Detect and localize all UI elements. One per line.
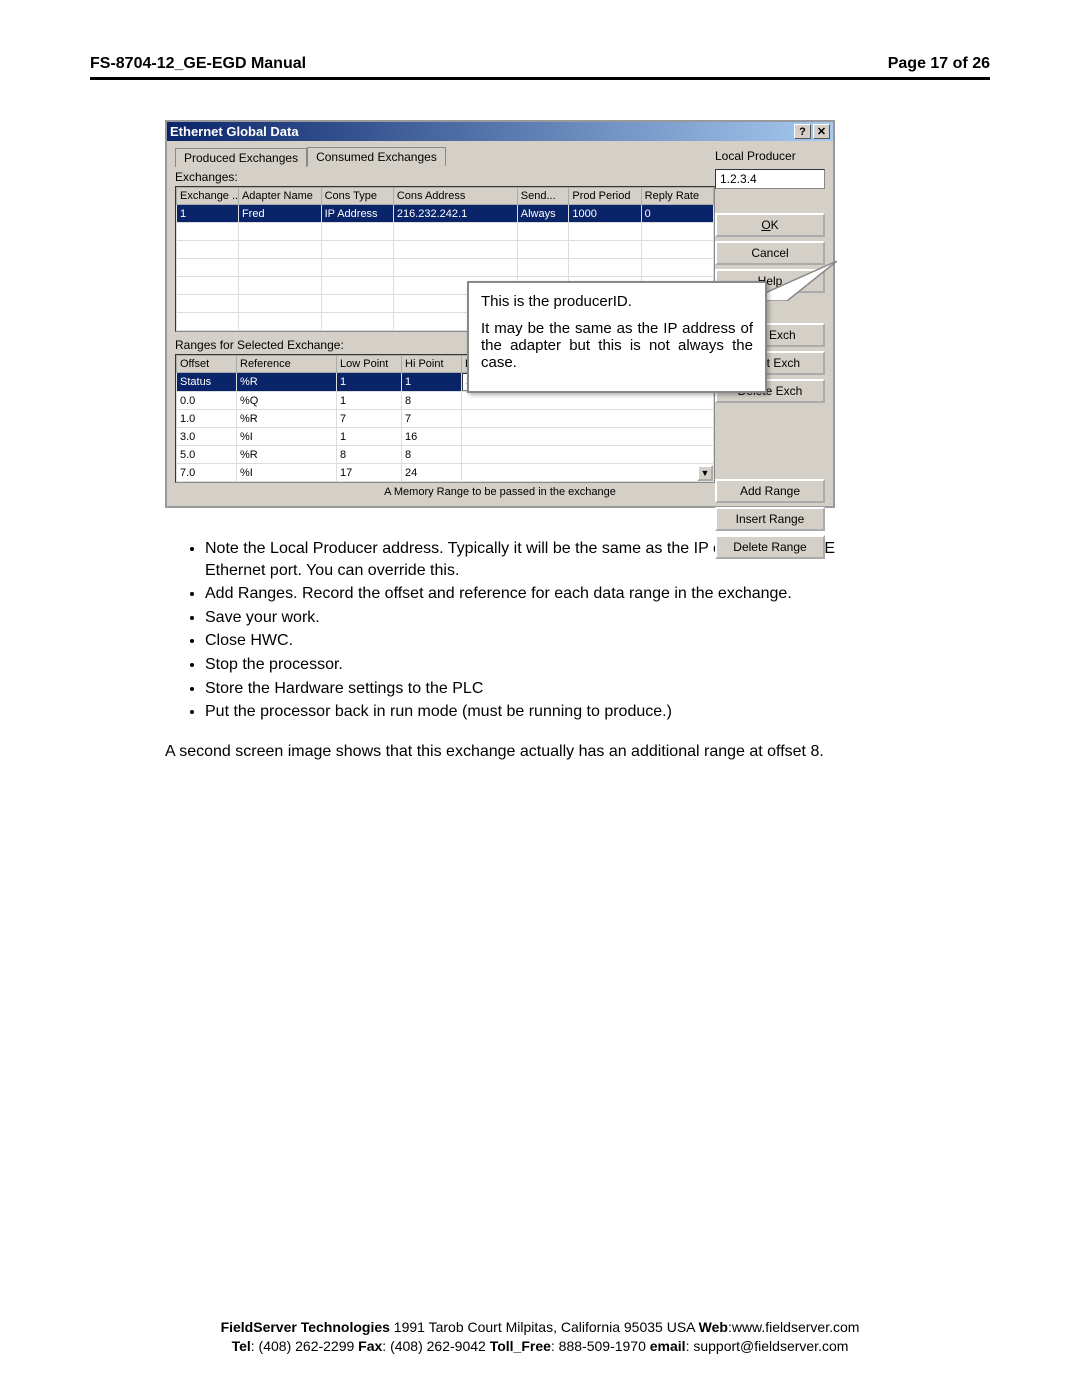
table-row[interactable]: 0.0%Q18 (177, 392, 714, 410)
callout-text: This is the producerID. (481, 293, 753, 310)
list-item: Put the processor back in run mode (must… (205, 701, 835, 723)
callout-box: This is the producerID. It may be the sa… (467, 281, 767, 393)
table-row[interactable]: 1 Fred IP Address 216.232.242.1 Always 1… (177, 205, 714, 223)
window-title: Ethernet Global Data (170, 124, 299, 139)
delete-range-button[interactable]: Delete Range (715, 535, 825, 559)
local-producer-field[interactable]: 1.2.3.4 (715, 169, 825, 189)
col-header[interactable]: Reference (237, 356, 337, 373)
scroll-down-icon[interactable]: ▼ (697, 465, 713, 481)
table-row[interactable] (177, 259, 714, 277)
col-header[interactable]: Prod Period (569, 188, 641, 205)
col-header[interactable]: Exchange ... (177, 188, 239, 205)
col-header[interactable]: Low Point (337, 356, 402, 373)
table-row[interactable]: 7.0%I1724▼ (177, 464, 714, 482)
col-header[interactable]: Hi Point (402, 356, 462, 373)
list-item: Add Ranges. Record the offset and refere… (205, 583, 835, 605)
table-row[interactable]: 5.0%R88 (177, 446, 714, 464)
table-row[interactable] (177, 241, 714, 259)
dialog-window: Ethernet Global Data ? ✕ Produced Exchan… (165, 120, 835, 508)
callout-text: It may be the same as the IP address of … (481, 320, 753, 371)
page-number: Page 17 of 26 (888, 55, 990, 73)
col-header[interactable]: Cons Address (393, 188, 517, 205)
titlebar[interactable]: Ethernet Global Data ? ✕ (167, 122, 833, 141)
col-header[interactable]: Send... (517, 188, 569, 205)
ok-button[interactable]: OK (715, 213, 825, 237)
page-header-title: FS-8704-12_GE-EGD Manual (90, 55, 306, 73)
list-item: Close HWC. (205, 630, 835, 652)
tab-consumed[interactable]: Consumed Exchanges (307, 147, 446, 166)
col-header[interactable]: Reply Rate (641, 188, 713, 205)
table-row[interactable]: 3.0%I116 (177, 428, 714, 446)
page-footer: FieldServer Technologies 1991 Tarob Cour… (90, 1318, 990, 1357)
insert-range-button[interactable]: Insert Range (715, 507, 825, 531)
add-range-button[interactable]: Add Range (715, 479, 825, 503)
list-item: Stop the processor. (205, 654, 835, 676)
tab-produced[interactable]: Produced Exchanges (175, 148, 307, 167)
list-item: Store the Hardware settings to the PLC (205, 678, 835, 700)
col-header[interactable]: Cons Type (321, 188, 393, 205)
col-header[interactable]: Adapter Name (238, 188, 321, 205)
bullet-list: Note the Local Producer address. Typical… (165, 538, 835, 723)
body-paragraph: A second screen image shows that this ex… (165, 741, 835, 763)
local-producer-label: Local Producer (715, 147, 825, 165)
close-icon[interactable]: ✕ (813, 124, 830, 139)
list-item: Save your work. (205, 607, 835, 629)
ranges-label: Ranges for Selected Exchange: (175, 338, 344, 352)
table-row[interactable] (177, 223, 714, 241)
col-header[interactable]: Offset (177, 356, 237, 373)
help-icon[interactable]: ? (794, 124, 811, 139)
table-row[interactable]: 1.0%R77 (177, 410, 714, 428)
